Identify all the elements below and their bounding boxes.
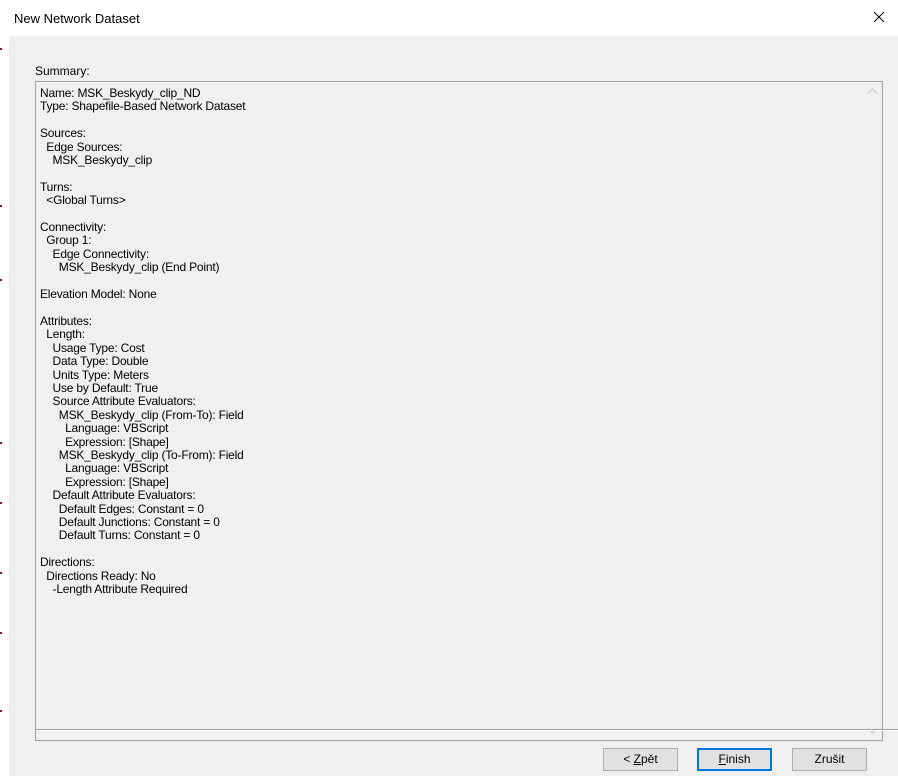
edge-mark [0, 502, 2, 504]
finish-button[interactable]: Finish [697, 748, 772, 771]
summary-textbox[interactable]: Name: MSK_Beskydy_clip_ND Type: Shapefil… [35, 81, 883, 741]
chevron-up-icon [864, 83, 881, 100]
back-button-label: pět [641, 752, 658, 766]
edge-mark [0, 279, 2, 281]
summary-label: Summary: [35, 64, 90, 78]
back-button[interactable]: < Zpět [603, 748, 678, 771]
edge-mark [0, 48, 2, 50]
edge-mark [0, 710, 2, 712]
back-button-mnemonic: Z [633, 752, 641, 766]
finish-button-mnemonic: F [718, 752, 726, 766]
summary-text[interactable]: Name: MSK_Beskydy_clip_ND Type: Shapefil… [40, 86, 860, 596]
finish-button-label: inish [725, 752, 751, 766]
edge-mark [0, 442, 2, 444]
close-button[interactable] [868, 6, 890, 28]
back-button-prefix: < [623, 752, 634, 766]
title-bar[interactable]: New Network Dataset [0, 0, 898, 36]
edge-mark [0, 205, 2, 207]
edge-mark [0, 632, 2, 634]
cancel-button[interactable]: Zrušit [792, 748, 867, 771]
button-separator [36, 729, 898, 731]
scroll-up-button[interactable] [864, 83, 881, 100]
dialog-client-area: Summary: Name: MSK_Beskydy_clip_ND Type:… [9, 36, 898, 776]
vertical-scrollbar[interactable] [864, 83, 881, 739]
new-network-dataset-dialog: New Network Dataset Summary: Name: MSK_B… [0, 0, 898, 776]
close-icon [868, 6, 890, 28]
edge-mark [0, 572, 2, 574]
window-title: New Network Dataset [14, 11, 140, 26]
